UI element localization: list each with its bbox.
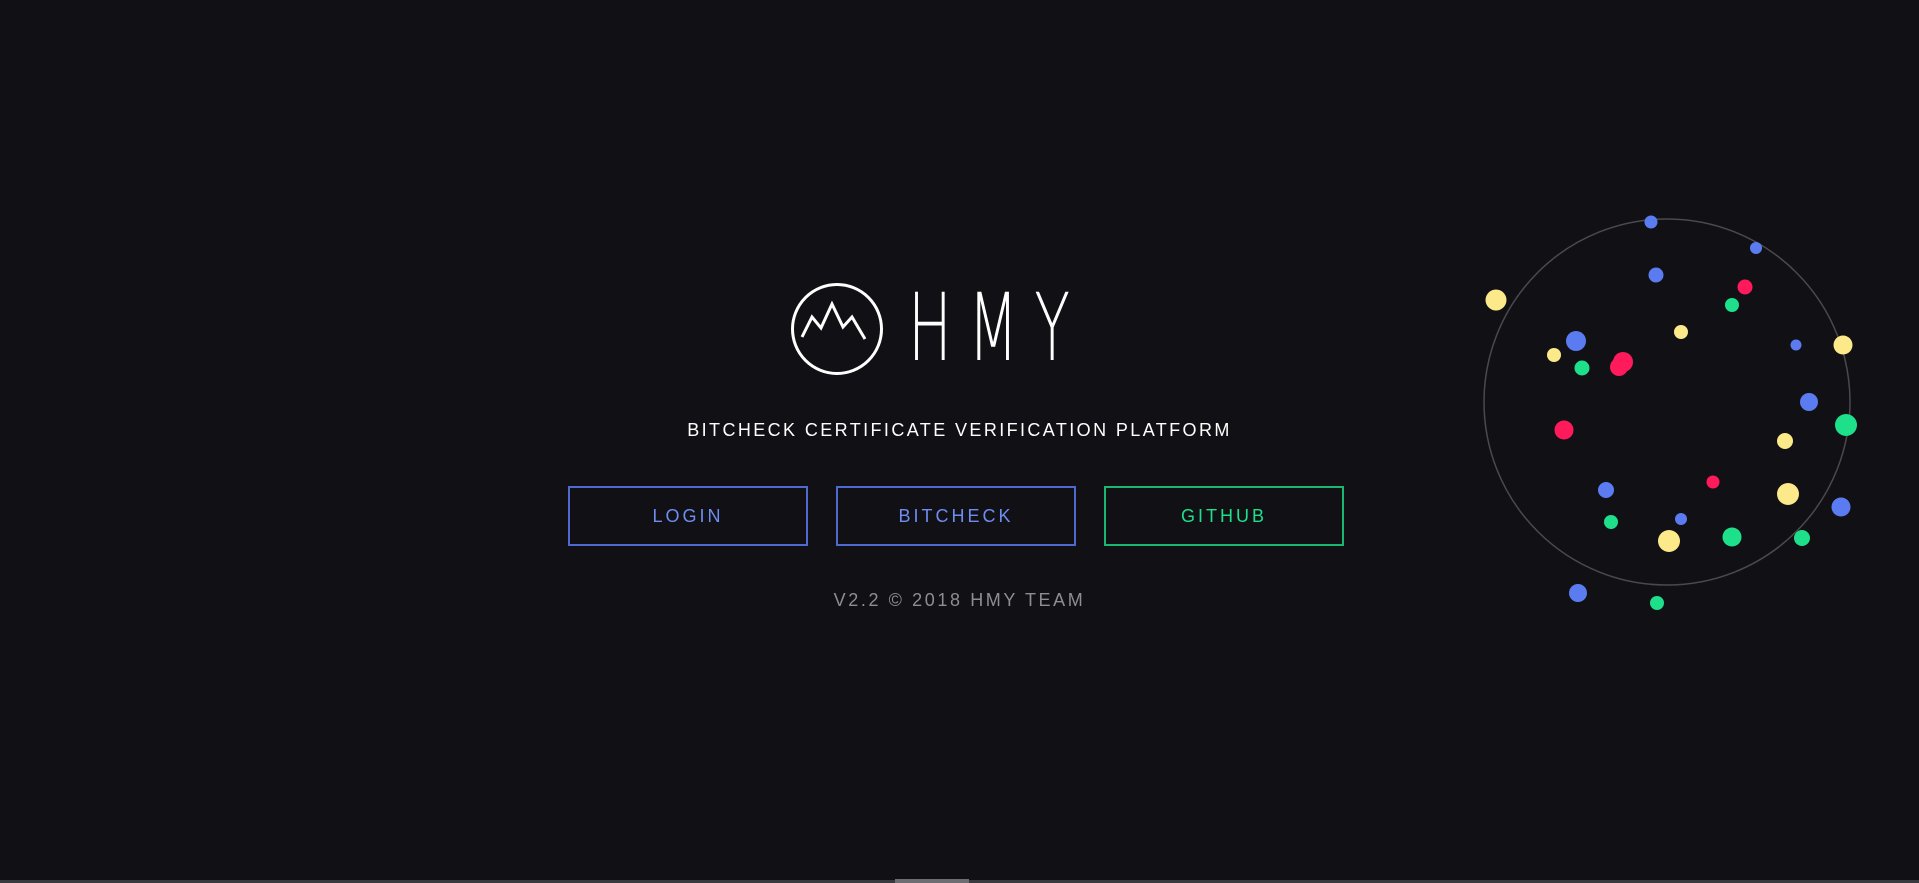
logo: HMY xyxy=(790,282,1195,376)
action-buttons: LOGIN BITCHECK GITHUB xyxy=(568,486,1344,546)
particle xyxy=(1674,325,1688,339)
particle xyxy=(1598,482,1614,498)
particle xyxy=(1554,420,1574,440)
particle xyxy=(1706,475,1720,489)
particle-orbit-animation xyxy=(1483,215,1857,610)
orbit-ring xyxy=(1483,218,1851,586)
particle xyxy=(1574,360,1590,376)
particle xyxy=(1485,289,1507,311)
github-button[interactable]: GITHUB xyxy=(1104,486,1344,546)
particle xyxy=(1831,497,1851,517)
login-button[interactable]: LOGIN xyxy=(568,486,808,546)
particle xyxy=(1569,584,1587,602)
brand-name: HMY xyxy=(908,274,1087,383)
particle xyxy=(1650,596,1664,610)
particle xyxy=(1604,515,1618,529)
particle xyxy=(1794,530,1810,546)
particle xyxy=(1610,358,1628,376)
particle xyxy=(1835,414,1857,436)
mountain-circle-icon xyxy=(791,283,883,375)
landing-page: HMY BITCHECK CERTIFICATE VERIFICATION PL… xyxy=(0,0,1919,883)
particle xyxy=(1644,215,1658,229)
scroll-handle[interactable] xyxy=(895,879,969,883)
particle xyxy=(1566,331,1586,351)
particle xyxy=(1648,267,1664,283)
particle xyxy=(1777,483,1799,505)
particle xyxy=(1833,335,1853,355)
particle xyxy=(1675,513,1687,525)
particle xyxy=(1737,279,1753,295)
particle xyxy=(1800,393,1818,411)
particle xyxy=(1547,348,1561,362)
bitcheck-button[interactable]: BITCHECK xyxy=(836,486,1076,546)
particle xyxy=(1658,530,1680,552)
particle xyxy=(1790,339,1802,351)
particle xyxy=(1777,433,1793,449)
particle xyxy=(1725,298,1739,312)
particle xyxy=(1722,527,1742,547)
particle xyxy=(1750,242,1762,254)
